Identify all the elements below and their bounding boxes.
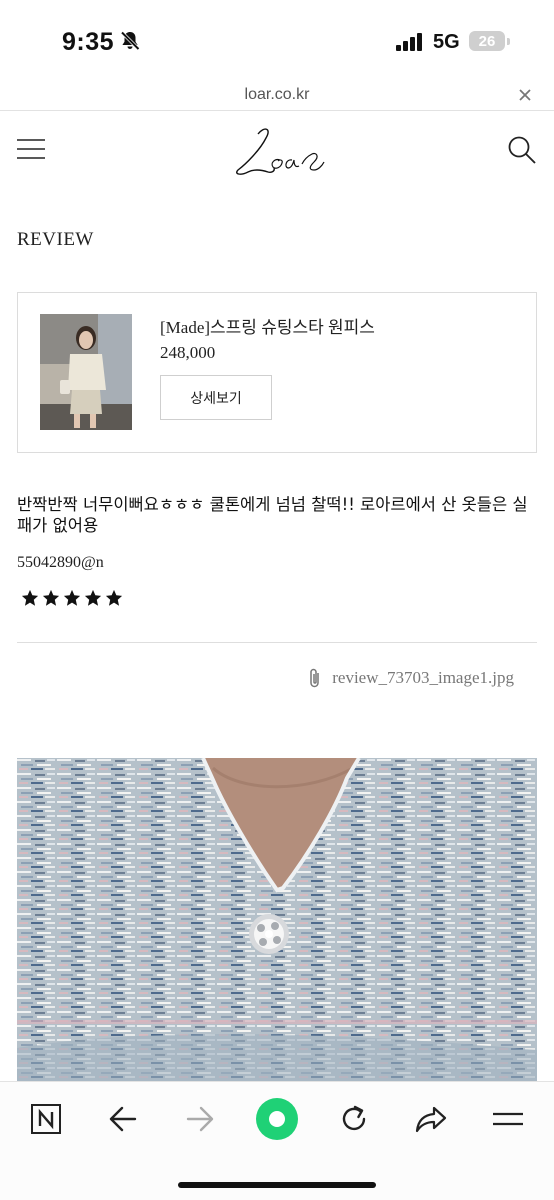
menu-lines-icon — [493, 1112, 523, 1126]
menu-icon[interactable] — [16, 138, 46, 160]
green-home-icon — [256, 1098, 298, 1140]
search-icon[interactable] — [506, 134, 538, 166]
bell-slash-icon — [120, 31, 140, 51]
site-logo[interactable] — [228, 120, 328, 184]
home-indicator — [178, 1182, 376, 1188]
star-icon — [84, 589, 102, 606]
browser-url-bar[interactable]: loar.co.kr — [0, 84, 554, 111]
url-text[interactable]: loar.co.kr — [0, 86, 554, 104]
signal-icon — [396, 33, 422, 51]
back-button[interactable] — [103, 1101, 143, 1137]
site-header — [0, 112, 554, 192]
review-photo[interactable] — [17, 758, 537, 1088]
product-name[interactable]: [Made]스프링 슈팅스타 원피스 — [160, 313, 375, 338]
product-card: [Made]스프링 슈팅스타 원피스 248,000 상세보기 — [17, 292, 537, 453]
naver-n-icon — [31, 1104, 61, 1134]
refresh-icon — [342, 1105, 366, 1131]
status-time: 9:35 — [62, 28, 115, 56]
product-price: 248,000 — [160, 343, 216, 362]
product-thumbnail[interactable] — [40, 314, 132, 430]
divider — [17, 642, 537, 643]
review-text: 반짝반짝 너무이뻐요ㅎㅎㅎ 쿨톤에게 넘넘 찰떡!! 로아르에서 산 옷들은 실… — [17, 495, 528, 535]
star-icon — [21, 589, 39, 606]
bottom-toolbar — [0, 1081, 554, 1200]
more-menu-button[interactable] — [488, 1101, 528, 1137]
review-author: 55042890@n — [17, 554, 104, 571]
star-rating — [21, 589, 123, 607]
battery-level: 26 — [478, 32, 496, 50]
star-icon — [42, 589, 60, 606]
share-icon — [415, 1106, 447, 1133]
status-bar: 9:35 5G 26 — [0, 0, 554, 84]
star-icon — [63, 589, 81, 606]
green-home-button[interactable] — [255, 1097, 299, 1141]
attachment-link[interactable]: review_73703_image1.jpg — [308, 667, 514, 689]
refresh-button[interactable] — [334, 1101, 374, 1137]
brooch-button — [249, 914, 289, 954]
page-title: REVIEW — [17, 229, 94, 250]
forward-button[interactable] — [180, 1101, 220, 1137]
back-arrow-icon — [109, 1106, 137, 1132]
view-details-button[interactable]: 상세보기 — [160, 375, 272, 420]
close-icon[interactable] — [516, 86, 534, 104]
star-icon — [105, 589, 123, 606]
network-label: 5G — [433, 31, 460, 53]
paperclip-icon — [310, 668, 319, 688]
share-button[interactable] — [411, 1101, 451, 1137]
battery-indicator: 26 — [469, 31, 510, 51]
attachment-filename[interactable]: review_73703_image1.jpg — [332, 668, 514, 688]
forward-arrow-icon — [186, 1106, 214, 1132]
naver-home-button[interactable] — [26, 1101, 66, 1137]
